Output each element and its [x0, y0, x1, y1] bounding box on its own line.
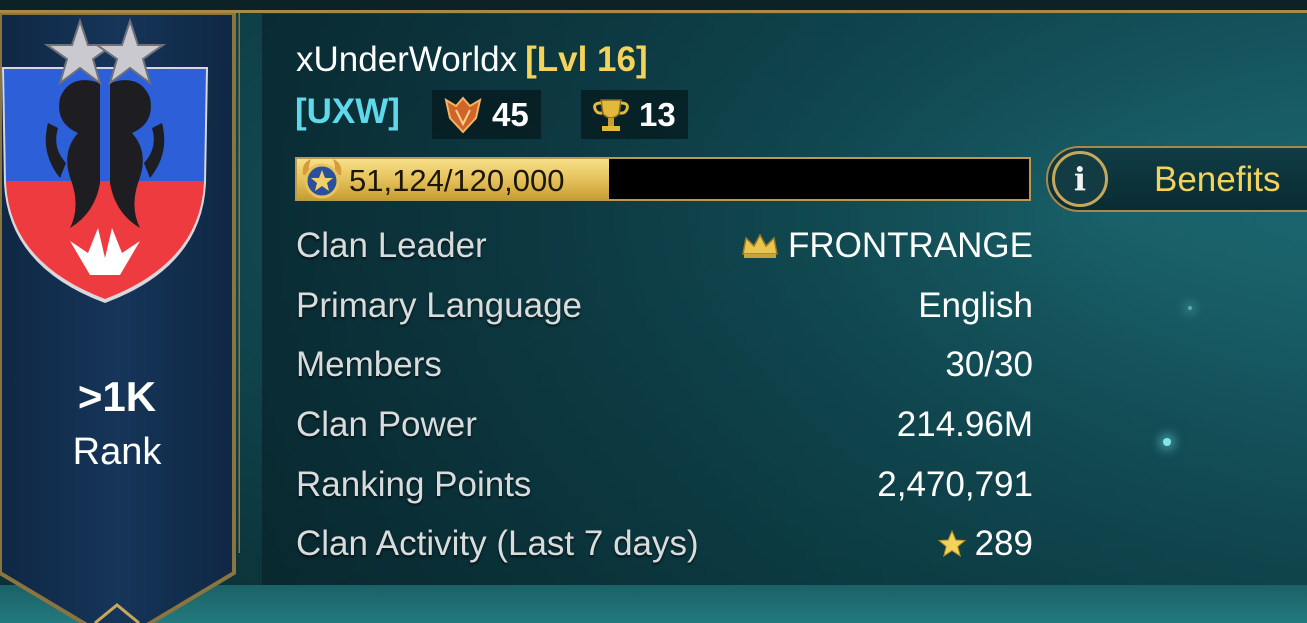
clan-tag: [UXW] — [295, 92, 400, 131]
star-icon — [937, 529, 966, 558]
clan-shield-emblem — [2, 17, 208, 303]
clan-leader-name: FRONTRANGE — [788, 226, 1033, 265]
clan-activity-label: Clan Activity (Last 7 days) — [296, 524, 699, 563]
trophy-badge[interactable]: 13 — [581, 90, 688, 139]
clan-level-medal-icon — [302, 159, 342, 199]
primary-language-value: English — [918, 286, 1033, 325]
members-value: 30/30 — [945, 345, 1033, 384]
clan-level: [Lvl 16] — [525, 40, 648, 79]
members-label: Members — [296, 345, 442, 384]
trophy-count: 13 — [639, 95, 676, 133]
clan-xp-progress-bar: 51,124/120,000 — [295, 157, 1031, 201]
benefits-label: Benefits — [1154, 160, 1281, 199]
sparkle-decoration — [1163, 438, 1171, 446]
clan-power-label: Clan Power — [296, 405, 477, 444]
benefits-button[interactable]: i Benefits — [1046, 146, 1307, 212]
top-border — [0, 0, 1307, 13]
ranking-points-label: Ranking Points — [296, 465, 532, 504]
primary-language-label: Primary Language — [296, 286, 582, 325]
clan-power-value: 214.96M — [896, 405, 1033, 444]
sparkle-decoration — [1188, 306, 1192, 310]
ranking-points-value: 2,470,791 — [877, 465, 1033, 504]
crown-icon — [742, 233, 778, 258]
trophy-icon — [593, 98, 629, 131]
clan-leader-label: Clan Leader — [296, 226, 487, 265]
rank-value: >1K — [77, 373, 157, 420]
battle-crest-badge[interactable]: 45 — [432, 90, 541, 139]
clan-title: xUnderWorldx [Lvl 16] — [296, 40, 648, 80]
clan-activity-count: 289 — [974, 524, 1033, 563]
clan-name: xUnderWorldx — [296, 40, 518, 79]
battle-crest-count: 45 — [492, 95, 529, 133]
clan-leader-value[interactable]: FRONTRANGE — [740, 226, 1033, 266]
rank-label: Rank — [72, 431, 162, 473]
clan-banner: >1K Rank — [0, 13, 240, 623]
battle-crest-icon — [444, 95, 482, 133]
xp-progress-text: 51,124/120,000 — [349, 163, 565, 198]
clan-activity-value: 289 — [937, 524, 1033, 564]
info-icon: i — [1052, 151, 1108, 207]
